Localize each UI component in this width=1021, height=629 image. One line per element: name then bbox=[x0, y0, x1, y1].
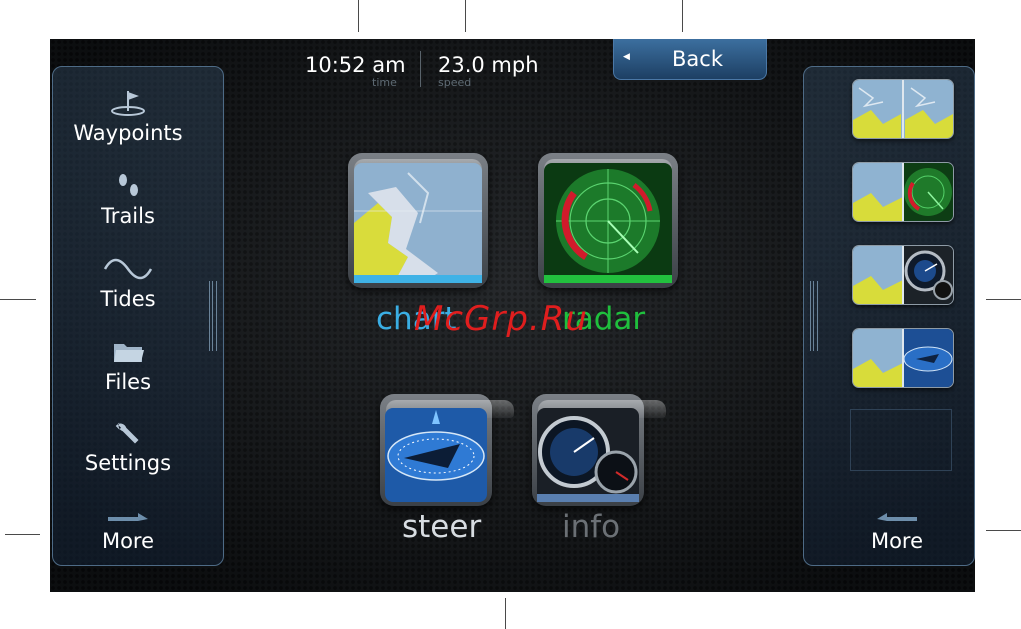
menu-label-trails: Trails bbox=[101, 204, 155, 228]
app-radar[interactable] bbox=[538, 153, 678, 288]
triangle-left-icon: ◀ bbox=[623, 52, 630, 62]
crop-mark bbox=[682, 0, 683, 32]
time-value: 10:52 am bbox=[305, 53, 406, 77]
chart-gauge-layout-icon bbox=[853, 246, 953, 304]
menu-item-more[interactable]: More bbox=[53, 507, 203, 553]
right-more-label: More bbox=[870, 529, 924, 553]
waypoint-flag-icon bbox=[111, 91, 145, 116]
crop-mark bbox=[358, 0, 359, 32]
crop-mark bbox=[986, 530, 1021, 531]
menu-label-waypoints: Waypoints bbox=[73, 121, 183, 145]
left-menu-panel: Waypoints Trails Tides Files Settings Mo… bbox=[52, 66, 224, 566]
menu-item-files[interactable]: Files bbox=[53, 338, 203, 394]
crop-mark bbox=[465, 0, 466, 32]
left-scroll-handle[interactable] bbox=[209, 281, 217, 351]
watermark-text: McGrp.Ru bbox=[414, 299, 588, 339]
app-chart[interactable] bbox=[348, 153, 488, 288]
time-caption: time bbox=[372, 76, 397, 89]
chart-compass-layout-icon bbox=[853, 329, 953, 387]
right-scroll-handle[interactable] bbox=[810, 281, 818, 351]
layout-chart-radar[interactable] bbox=[852, 162, 954, 222]
arrow-right-icon bbox=[108, 513, 148, 521]
speed-caption: speed bbox=[438, 76, 472, 89]
layout-chart-chart[interactable] bbox=[852, 79, 954, 139]
arrow-left-icon bbox=[877, 513, 917, 521]
right-more-button[interactable]: More bbox=[822, 507, 972, 553]
menu-item-trails[interactable]: Trails bbox=[53, 172, 203, 228]
back-button[interactable]: ◀ Back bbox=[613, 39, 767, 80]
menu-label-more: More bbox=[101, 529, 155, 553]
folder-icon bbox=[114, 344, 144, 362]
menu-label-settings: Settings bbox=[84, 451, 172, 475]
menu-item-tides[interactable]: Tides bbox=[53, 255, 203, 311]
compass-icon bbox=[385, 408, 487, 502]
crop-mark bbox=[0, 299, 36, 300]
menu-label-files: Files bbox=[104, 370, 152, 394]
crop-mark bbox=[986, 299, 1021, 300]
menu-item-settings[interactable]: Settings bbox=[53, 419, 203, 475]
empty-layout-slot[interactable] bbox=[850, 409, 952, 471]
crop-mark bbox=[505, 598, 506, 629]
layout-chart-gauge[interactable] bbox=[852, 245, 954, 305]
app-label-steer: steer bbox=[402, 509, 482, 545]
app-label-info: info bbox=[562, 509, 621, 545]
gauge-icon bbox=[537, 408, 639, 502]
menu-item-waypoints[interactable]: Waypoints bbox=[53, 89, 203, 145]
crop-mark bbox=[5, 534, 40, 535]
radar-icon bbox=[544, 163, 672, 283]
app-steer[interactable] bbox=[380, 394, 514, 506]
chart-chart-layout-icon bbox=[853, 80, 953, 138]
menu-label-tides: Tides bbox=[100, 287, 156, 311]
wrench-icon bbox=[115, 422, 139, 444]
footprints-icon bbox=[119, 174, 138, 196]
device-screen: 10:52 am time 23.0 mph speed ◀ Back Wayp… bbox=[50, 39, 975, 592]
chart-map-icon bbox=[354, 163, 482, 283]
status-divider bbox=[420, 51, 421, 87]
speed-value: 23.0 mph bbox=[438, 53, 539, 77]
layout-chart-compass[interactable] bbox=[852, 328, 954, 388]
app-info[interactable] bbox=[532, 394, 666, 506]
back-button-label: Back bbox=[672, 47, 723, 71]
chart-radar-layout-icon bbox=[853, 163, 953, 221]
right-layout-panel: More bbox=[803, 66, 975, 566]
sine-wave-icon bbox=[103, 258, 153, 280]
